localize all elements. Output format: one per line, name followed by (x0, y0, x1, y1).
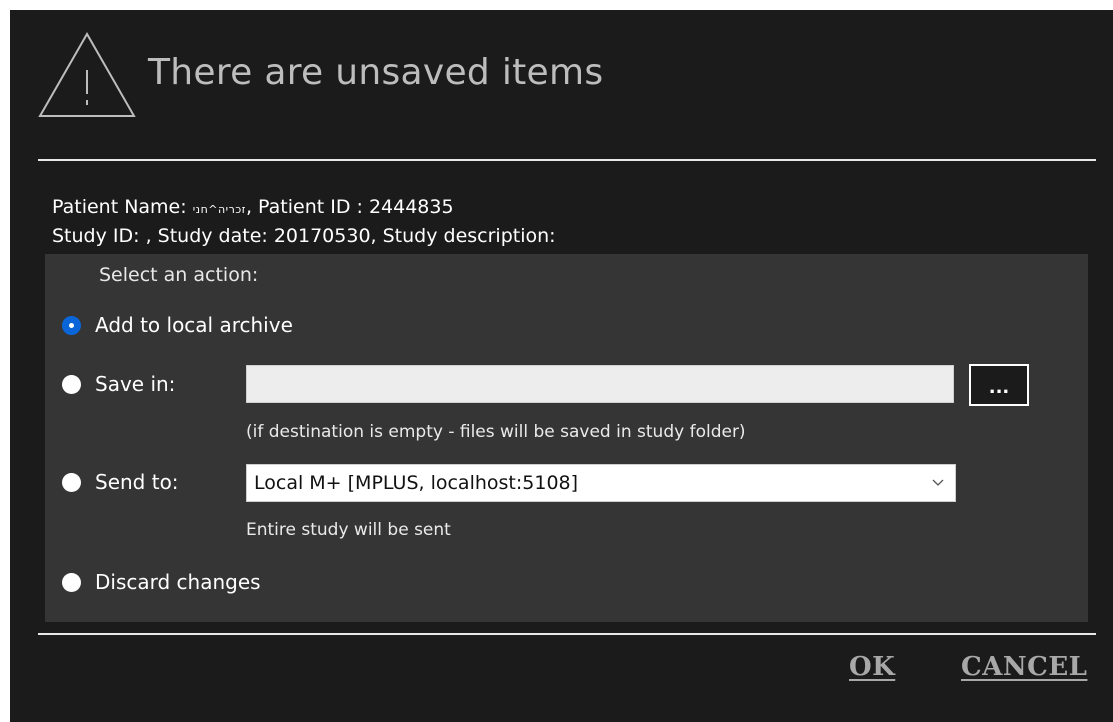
option-label: Send to: (95, 470, 179, 494)
option-save-in[interactable]: Save in: (62, 370, 175, 398)
unsaved-items-dialog: There are unsaved items Patient Name: זכ… (10, 10, 1113, 722)
window-left-edge (0, 0, 10, 722)
send-to-selected-value: Local M+ [MPLUS, localhost:5108] (254, 472, 579, 494)
chevron-down-icon (932, 479, 944, 486)
study-info: Patient Name: זכריה^חני, Patient ID : 24… (52, 194, 556, 249)
patient-info-line: Patient Name: זכריה^חני, Patient ID : 24… (52, 196, 454, 218)
browse-button[interactable]: ... (969, 364, 1029, 406)
header-divider (38, 159, 1096, 161)
radio-add-to-local-archive[interactable] (62, 315, 81, 335)
action-heading: Select an action: (99, 264, 259, 286)
option-label: Discard changes (95, 570, 261, 594)
warning-triangle-icon (38, 31, 136, 117)
option-label: Add to local archive (95, 313, 293, 337)
dialog-title: There are unsaved items (148, 52, 604, 93)
cancel-button[interactable]: CANCEL (961, 652, 1087, 682)
send-to-destination-select[interactable]: Local M+ [MPLUS, localhost:5108] (246, 464, 956, 502)
dialog-header: There are unsaved items (36, 30, 1096, 130)
option-label: Save in: (95, 372, 176, 396)
footer-divider (38, 633, 1096, 635)
send-hint: Entire study will be sent (246, 520, 451, 540)
option-send-to[interactable]: Send to: (62, 468, 179, 496)
study-info-line: Study ID: , Study date: 20170530, Study … (52, 225, 556, 247)
radio-discard-changes[interactable] (62, 572, 81, 592)
save-hint: (if destination is empty - files will be… (246, 422, 746, 442)
option-discard-changes[interactable]: Discard changes (62, 568, 261, 596)
window-top-edge (0, 0, 1113, 10)
radio-send-to[interactable] (62, 472, 81, 492)
patient-name: זכריה^חני (192, 203, 246, 216)
option-add-to-local-archive[interactable]: Add to local archive (62, 311, 293, 339)
radio-save-in[interactable] (62, 374, 81, 394)
action-panel: Select an action: Add to local archive S… (45, 254, 1088, 622)
ok-button[interactable]: OK (849, 652, 895, 682)
save-path-input[interactable] (246, 365, 954, 403)
